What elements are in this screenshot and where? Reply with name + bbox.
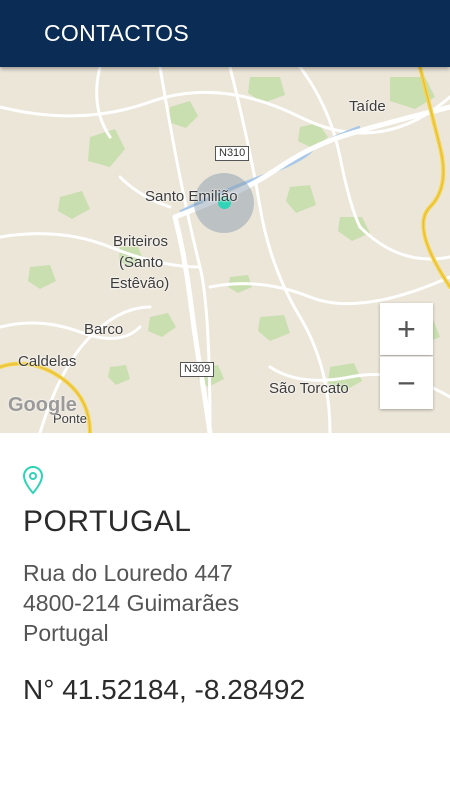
zoom-in-button[interactable]: + [380, 303, 433, 355]
map-label-briteiros: Briteiros [113, 233, 169, 250]
address-line-2: 4800-214 Guimarães [23, 590, 240, 616]
map-label-santo-emiliao: Santo Emilião [145, 188, 238, 205]
zoom-out-button[interactable]: − [380, 356, 433, 409]
app-bar: CONTACTOS [0, 0, 450, 67]
map-label-barco: Barco [84, 321, 124, 338]
google-logo: Google [8, 394, 77, 416]
map-label-caldelas: Caldelas [18, 353, 77, 370]
map-pin-icon [22, 465, 44, 500]
map-view[interactable]: Taíde Santo Emilião Briteiros (Santo Est… [0, 67, 450, 433]
map-label-briteiros-santo: (Santo [119, 254, 164, 271]
road-label-n309: N309 [180, 362, 215, 377]
address-line-1: Rua do Louredo 447 [23, 560, 233, 586]
page-title: CONTACTOS [44, 20, 189, 46]
map-label-sao-torcato: São Torcato [269, 380, 349, 397]
gps-coordinates: N° 41.52184, -8.28492 [23, 674, 306, 705]
map-label-taide: Taíde [349, 98, 386, 115]
map-label-briteiros-estevao: Estêvão) [110, 275, 170, 292]
country-heading: PORTUGAL [23, 505, 192, 538]
address-line-3: Portugal [23, 620, 109, 646]
road-label-n310: N310 [215, 146, 250, 161]
